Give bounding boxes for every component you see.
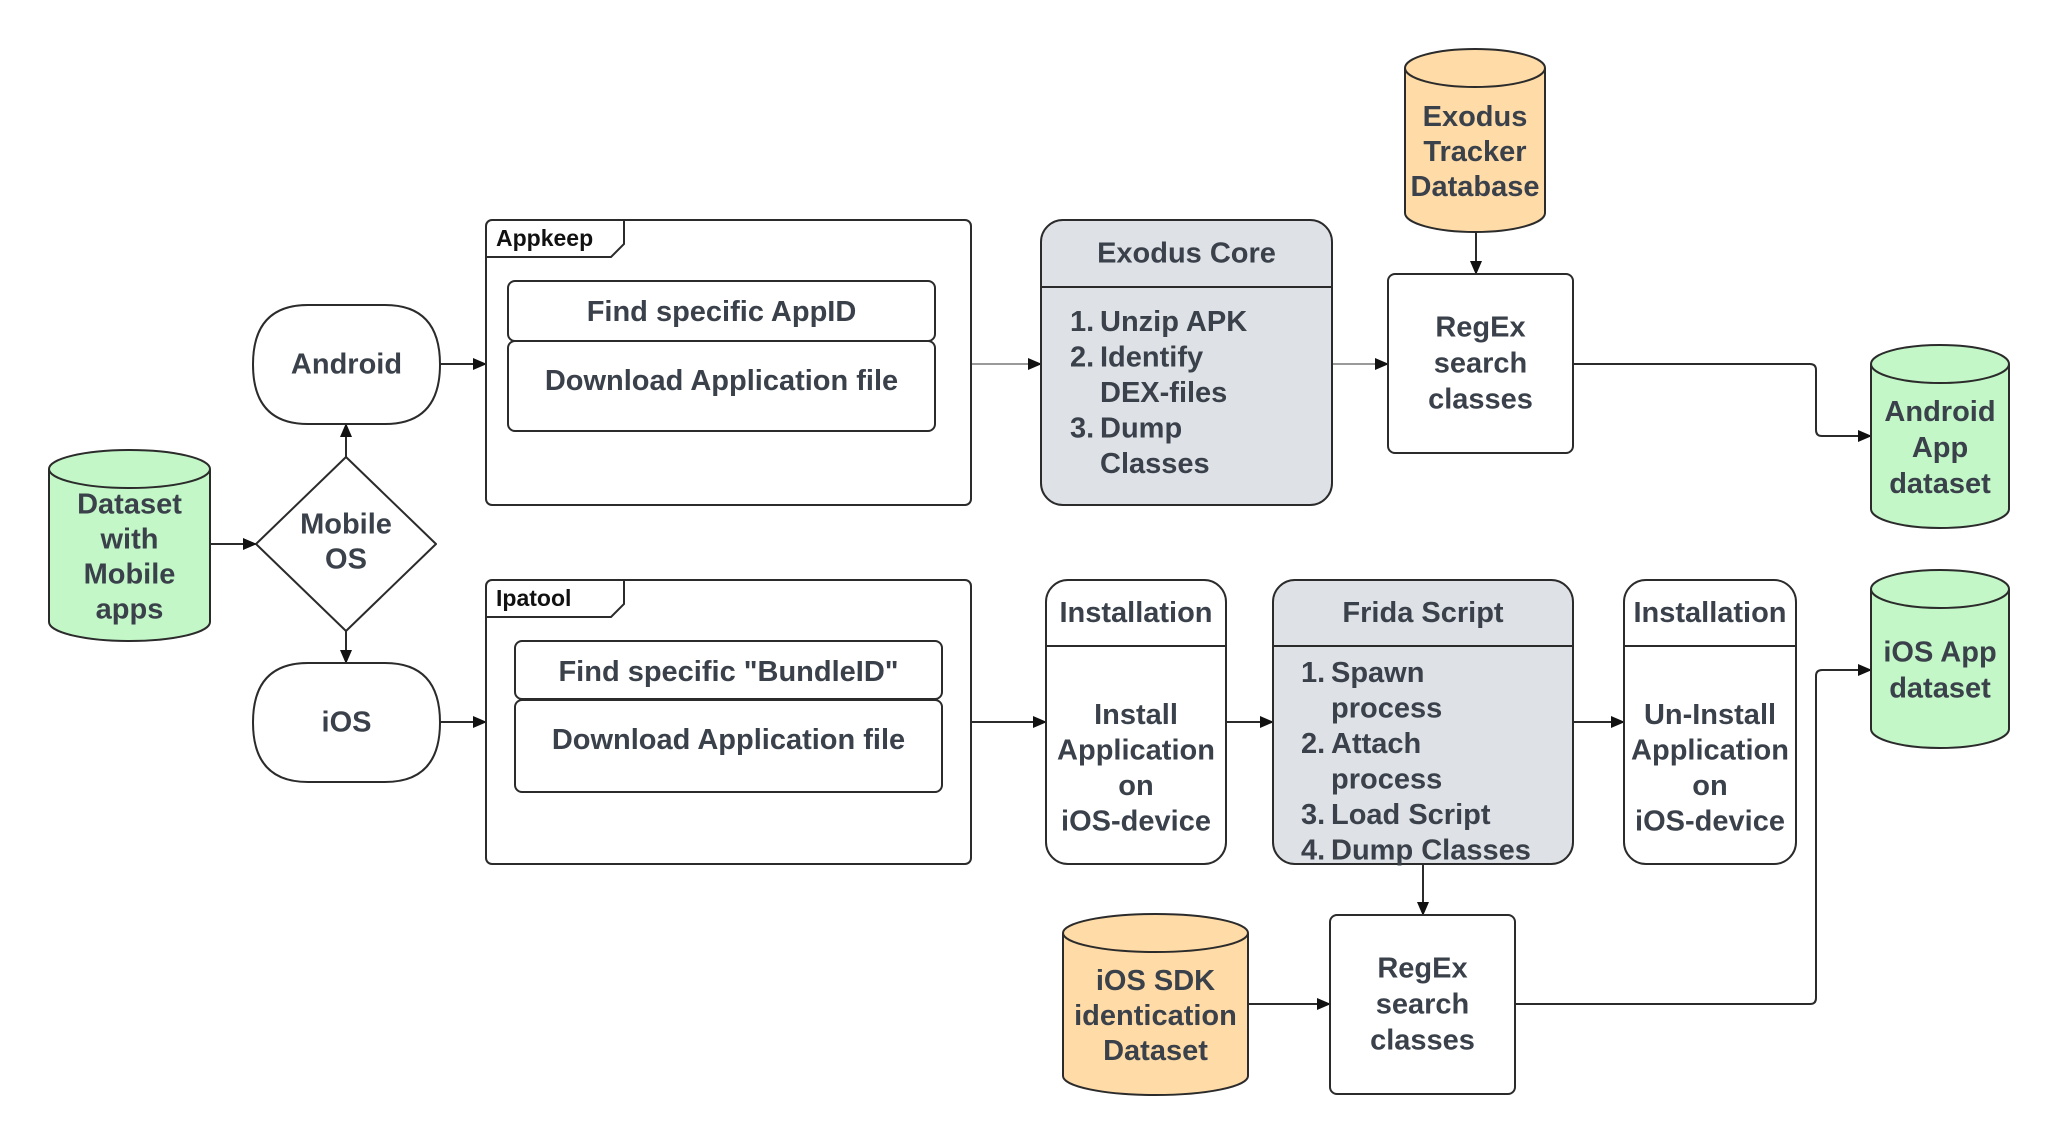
install-box: Installation InstallApplication oniOS-devi… xyxy=(1045,579,1227,865)
node-label: on xyxy=(1692,770,1727,802)
list-item-text: Unzip APK xyxy=(1100,306,1247,338)
node-label: Android xyxy=(291,349,402,381)
frida-script-box: Frida Script1. Spawnprocess2. Attachproces… xyxy=(1272,579,1574,867)
node-label: iOS-device xyxy=(1635,805,1785,837)
node-label: Application xyxy=(1631,734,1789,766)
node-label: Exodus xyxy=(1423,101,1528,133)
android-terminal: Android xyxy=(251,304,442,425)
node-label: OS xyxy=(325,544,367,576)
node-label: iOS App xyxy=(1883,637,1996,669)
edge-regex-to-android-dataset xyxy=(1573,363,1872,442)
node-label: dataset xyxy=(1889,468,1991,500)
exodus-core-box: Exodus Core 1. Unzip APK2. IdentifyDEX-file… xyxy=(1040,219,1333,506)
list-number: 2. xyxy=(1070,342,1094,374)
cylinder-body xyxy=(1870,589,2010,749)
appkeep-frame: Appkeep Find specific AppID Download Appli… xyxy=(485,219,972,506)
android-app-dataset: Android App dataset xyxy=(1870,344,2010,529)
node-label: Mobile xyxy=(300,509,392,541)
list-item-text: DEX-files xyxy=(1100,377,1227,409)
node-label: identication xyxy=(1074,1000,1237,1032)
list-number: 3. xyxy=(1301,799,1325,831)
list-number: 1. xyxy=(1301,657,1325,689)
node-label: iOS xyxy=(322,707,372,739)
regex-search-ios: RegEx search classes xyxy=(1329,914,1516,1095)
node-label: Mobile xyxy=(84,559,176,591)
node-label: App xyxy=(1912,432,1968,464)
list-number: 2. xyxy=(1301,728,1325,760)
node-label: RegEx xyxy=(1377,953,1467,985)
node-label: Application xyxy=(1057,734,1215,766)
list-item-text: Dump Classes xyxy=(1331,835,1531,867)
node-label: dataset xyxy=(1889,673,1991,705)
list-item-text: Attach xyxy=(1331,728,1421,760)
node-label: search xyxy=(1376,989,1470,1021)
dataset-with-mobile-apps: DatasetwithMobileapps xyxy=(48,449,211,642)
node-label: Android xyxy=(1884,396,1995,428)
node-label: iOS SDK xyxy=(1096,965,1215,997)
node-label: search xyxy=(1434,348,1528,380)
container-title: Frida Script xyxy=(1342,597,1503,629)
exodus-tracker-database: ExodusTrackerDatabase xyxy=(1404,48,1546,233)
nodes: DatasetwithMobileappsMobileOSAndroidiOSA… xyxy=(48,48,2010,1096)
list-item-text: Identify xyxy=(1100,342,1203,374)
node-label: Dataset xyxy=(77,489,182,521)
list-number: 1. xyxy=(1070,306,1094,338)
ios-sdk-identification-dataset: iOS SDKidenticationDataset xyxy=(1062,913,1249,1096)
uninstall-box: Installation Un-InstallApplication oniOS-d… xyxy=(1623,579,1797,865)
list-number: 3. xyxy=(1070,413,1094,445)
list-number: 4. xyxy=(1301,835,1325,867)
cylinder-top xyxy=(1870,569,2010,609)
flowchart: DatasetwithMobileappsMobileOSAndroidiOSA… xyxy=(48,48,2010,1096)
node-label: classes xyxy=(1428,384,1533,416)
list-item-text: Load Script xyxy=(1331,799,1491,831)
node-label: classes xyxy=(1370,1025,1475,1057)
list-item-text: Spawn xyxy=(1331,657,1424,689)
cylinder-top xyxy=(48,449,211,489)
ipatool-frame: Ipatool Find specific "BundleID" Download … xyxy=(485,579,972,865)
node-label: apps xyxy=(96,594,164,626)
node-label: Dataset xyxy=(1103,1035,1208,1067)
node-label: Install xyxy=(1094,699,1178,731)
mobile-os-decision: MobileOS xyxy=(255,456,437,632)
node-label: on xyxy=(1118,770,1153,802)
list-item-text: process xyxy=(1331,764,1442,796)
ios-terminal: iOS xyxy=(251,662,442,783)
node-label: iOS-device xyxy=(1061,805,1211,837)
frame-title: Ipatool xyxy=(496,585,571,611)
node-label: Tracker xyxy=(1423,136,1526,168)
node-label: with xyxy=(100,524,159,556)
node-label: RegEx xyxy=(1435,312,1525,344)
container-title: Exodus Core xyxy=(1097,238,1276,270)
step-label: Download Application file xyxy=(552,724,905,756)
regex-search-android: RegEx search classes xyxy=(1387,273,1574,454)
node-label: Un-Install xyxy=(1644,699,1776,731)
step-label: Find specific AppID xyxy=(587,296,857,328)
list-item-text: Dump xyxy=(1100,413,1182,445)
frame-title: Appkeep xyxy=(496,225,593,251)
ios-app-dataset: iOS App dataset xyxy=(1870,569,2010,749)
list-item-text: Classes xyxy=(1100,448,1210,480)
container-title: Installation xyxy=(1059,597,1212,629)
cylinder-top xyxy=(1870,344,2010,384)
cylinder-top xyxy=(1404,48,1546,88)
container-title: Installation xyxy=(1633,597,1786,629)
node-label: Database xyxy=(1411,171,1540,203)
step-label: Find specific "BundleID" xyxy=(558,656,898,688)
cylinder-top xyxy=(1062,913,1249,953)
step-label: Download Application file xyxy=(545,365,898,397)
list-item-text: process xyxy=(1331,693,1442,725)
